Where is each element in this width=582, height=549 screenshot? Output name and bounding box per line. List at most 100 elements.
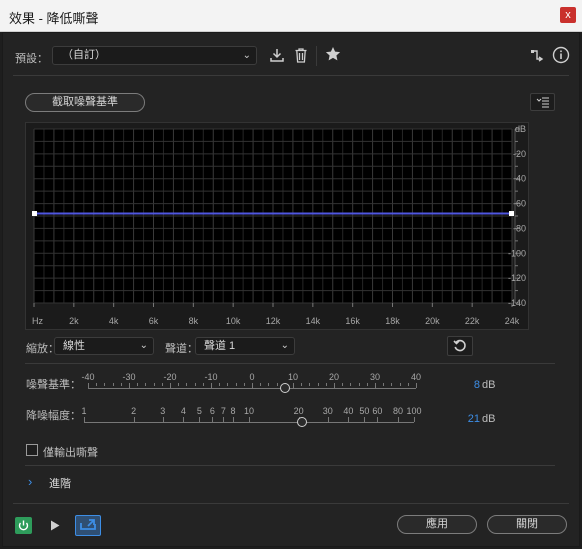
scale-tick <box>325 383 327 386</box>
close-button[interactable]: 關閉 <box>487 515 567 534</box>
scale-tick <box>112 383 114 386</box>
scale-tick <box>227 383 229 386</box>
scale-tick <box>137 383 139 386</box>
scale-tick <box>416 383 417 388</box>
scale-label: 5 <box>196 406 202 416</box>
scale-label: 2 <box>131 406 137 416</box>
reduce-by-unit: dB <box>482 413 496 425</box>
scale-tick <box>186 383 188 386</box>
scale-tick <box>407 383 409 386</box>
y-tick-label: dB <box>515 124 526 134</box>
x-tick-label: 6k <box>149 316 159 326</box>
scale-tick <box>84 417 85 422</box>
chevron-down-icon: ⌄ <box>280 340 289 351</box>
graph-menu-button[interactable] <box>530 93 555 111</box>
x-tick-label: 10k <box>226 316 241 326</box>
preset-label: 預設： <box>15 53 48 65</box>
scale-tick <box>243 383 245 386</box>
power-toggle-button[interactable] <box>15 517 32 534</box>
noise-graph[interactable]: Hz 2k 4k 6k 8k 10k 12k 14k 16k 18k 20k 22k 24k dB -20 -… <box>25 122 529 330</box>
capture-noise-floor-button[interactable]: 截取噪聲基準 <box>25 93 145 112</box>
scale-label: 30 <box>322 406 333 416</box>
scale-tick <box>223 417 225 422</box>
x-tick-label: 12k <box>266 316 281 326</box>
y-tick-label: -120 <box>508 273 526 283</box>
x-tick-label: 16k <box>345 316 360 326</box>
scale-label: 10 <box>287 372 299 382</box>
preset-dropdown[interactable]: （自訂） ⌄ <box>52 46 257 65</box>
x-tick-label: 8k <box>189 316 199 326</box>
scale-label: 0 <box>249 372 255 382</box>
reduce-by-label: 降噪幅度： <box>26 410 81 422</box>
noise-floor-value[interactable]: 8 <box>450 379 480 391</box>
noise-floor-slider-handle[interactable] <box>279 383 290 393</box>
info-icon[interactable] <box>551 46 570 65</box>
scale-tick <box>249 417 250 422</box>
reset-button[interactable] <box>447 336 473 356</box>
scale-tick <box>233 417 234 422</box>
scale-tick <box>334 383 335 388</box>
zoom-value: 線性 <box>63 340 85 352</box>
scale-tick <box>399 383 401 386</box>
play-icon[interactable] <box>47 517 64 534</box>
scale-tick <box>383 383 385 386</box>
scale-tick <box>398 417 399 422</box>
scale-label: -20 <box>163 372 177 382</box>
channel-dropdown[interactable]: 聲道 1 ⌄ <box>195 337 295 355</box>
scale-label: 3 <box>160 406 166 416</box>
scale-label: 30 <box>369 372 381 382</box>
scale-tick <box>260 383 262 386</box>
channel-value: 聲道 1 <box>204 340 236 352</box>
x-tick-label: 24k <box>505 316 520 326</box>
scale-label: 100 <box>406 406 422 416</box>
reduce-by-track[interactable] <box>84 422 414 423</box>
trash-icon[interactable] <box>292 47 310 65</box>
star-icon[interactable] <box>324 46 342 64</box>
loop-icon[interactable] <box>75 515 101 536</box>
zoom-dropdown[interactable]: 線性 ⌄ <box>54 337 154 355</box>
x-tick-label: 18k <box>385 316 400 326</box>
scale-tick <box>348 417 350 422</box>
scale-tick <box>153 383 155 386</box>
divider <box>13 503 569 504</box>
scale-tick <box>327 417 329 422</box>
scale-tick <box>96 383 98 386</box>
routing-icon[interactable] <box>528 47 546 65</box>
advanced-toggle[interactable]: 進階 <box>49 475 71 491</box>
scale-tick <box>219 383 221 386</box>
scale-tick <box>120 383 122 386</box>
scale-label: 4 <box>180 406 186 416</box>
scale-tick <box>145 383 147 386</box>
scale-tick <box>358 383 360 386</box>
scale-tick <box>301 383 303 386</box>
scale-tick <box>366 383 368 386</box>
scale-tick <box>391 383 393 386</box>
output-hiss-only-checkbox[interactable] <box>26 444 38 456</box>
save-preset-icon[interactable] <box>268 47 286 65</box>
scale-tick <box>276 383 278 386</box>
scale-tick <box>317 383 319 386</box>
scale-tick <box>350 383 352 386</box>
reduce-by-value[interactable]: 21 <box>450 413 480 425</box>
scale-label: -10 <box>204 372 218 382</box>
divider <box>25 465 555 466</box>
scale-label: -40 <box>81 372 95 382</box>
noise-floor-track[interactable] <box>88 388 416 389</box>
y-tick-label: -80 <box>513 223 526 233</box>
scale-tick <box>293 383 294 388</box>
graph-canvas[interactable]: Hz 2k 4k 6k 8k 10k 12k 14k 16k 18k 20k 22k 24k dB -20 -… <box>26 123 528 329</box>
close-window-button[interactable]: x <box>560 7 576 23</box>
scale-tick <box>268 383 270 386</box>
scale-tick <box>170 383 171 388</box>
scale-tick <box>364 417 366 422</box>
chevron-right-icon[interactable]: › <box>28 474 32 489</box>
scale-tick <box>342 383 344 386</box>
scale-tick <box>178 383 180 386</box>
x-tick-label: 4k <box>109 316 119 326</box>
apply-button[interactable]: 應用 <box>397 515 477 534</box>
y-tick-label: -140 <box>508 298 526 308</box>
x-tick-label: 14k <box>306 316 321 326</box>
scale-tick <box>202 383 204 386</box>
scale-tick <box>133 417 135 422</box>
scale-tick <box>199 417 201 422</box>
